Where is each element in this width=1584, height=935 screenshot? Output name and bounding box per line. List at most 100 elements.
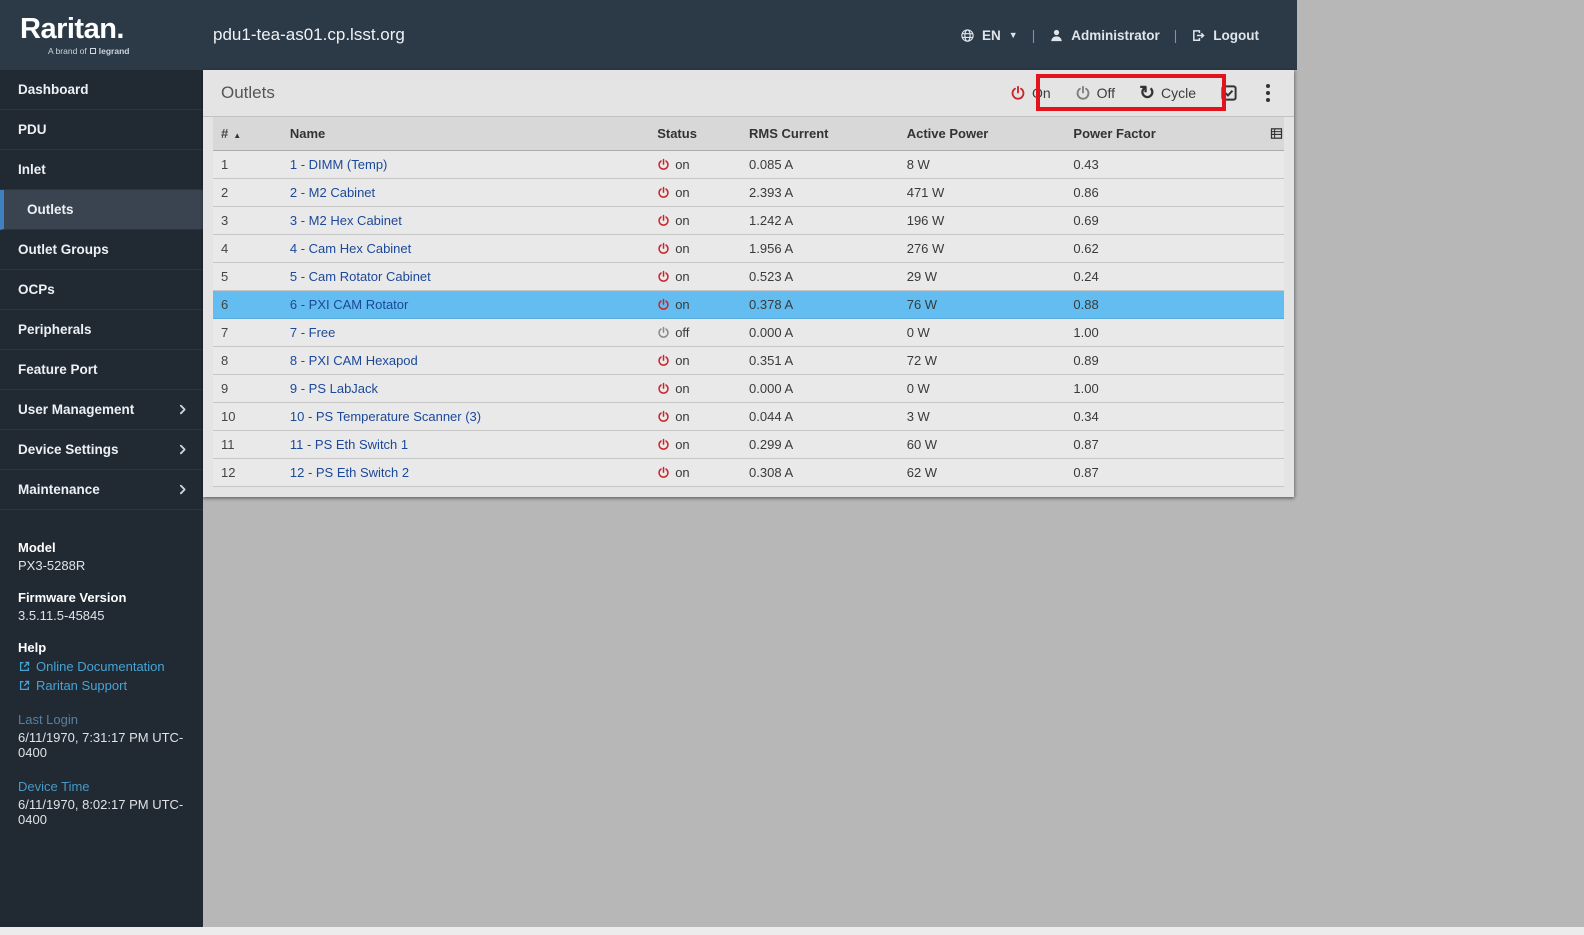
- power-status-icon: [657, 354, 670, 367]
- sidebar-item-maintenance[interactable]: Maintenance: [0, 470, 203, 510]
- outlet-row[interactable]: 6 6 - PXI CAM Rotator on 0.378 A 76 W 0.…: [213, 291, 1284, 319]
- outlet-active-power: 276 W: [907, 241, 1074, 256]
- outlet-name-link[interactable]: 4 - Cam Hex Cabinet: [290, 241, 411, 256]
- sidebar-item-pdu[interactable]: PDU: [0, 110, 203, 150]
- column-header-num[interactable]: #▲: [213, 126, 290, 141]
- sidebar-item-ocps[interactable]: OCPs: [0, 270, 203, 310]
- outlet-rms-current: 1.242 A: [749, 213, 907, 228]
- outlet-rms-current: 0.351 A: [749, 353, 907, 368]
- outlet-active-power: 471 W: [907, 185, 1074, 200]
- outlet-power-factor: 0.88: [1073, 297, 1258, 312]
- sidebar-item-label: Dashboard: [18, 82, 189, 97]
- column-header-active-power[interactable]: Active Power: [907, 126, 1074, 141]
- outlet-name-link[interactable]: 5 - Cam Rotator Cabinet: [290, 269, 431, 284]
- outlet-table-body: 1 1 - DIMM (Temp) on 0.085 A 8 W 0.43 2 …: [213, 151, 1284, 487]
- outlet-name-link[interactable]: 11 - PS Eth Switch 1: [290, 437, 408, 452]
- outlet-name-link[interactable]: 9 - PS LabJack: [290, 381, 378, 396]
- online-documentation-link[interactable]: Online Documentation: [18, 659, 187, 674]
- sidebar-item-label: OCPs: [18, 282, 189, 297]
- outlet-row[interactable]: 11 11 - PS Eth Switch 1 on 0.299 A 60 W …: [213, 431, 1284, 459]
- outlet-row[interactable]: 2 2 - M2 Cabinet on 2.393 A 471 W 0.86: [213, 179, 1284, 207]
- power-off-button[interactable]: Off: [1075, 85, 1115, 101]
- outlet-row[interactable]: 7 7 - Free off 0.000 A 0 W 1.00: [213, 319, 1284, 347]
- horizontal-scrollbar-track[interactable]: [0, 927, 1584, 935]
- sort-asc-icon: ▲: [233, 131, 241, 140]
- outlet-row[interactable]: 3 3 - M2 Hex Cabinet on 1.242 A 196 W 0.…: [213, 207, 1284, 235]
- outlet-power-factor: 0.86: [1073, 185, 1258, 200]
- sidebar-item-feature-port[interactable]: Feature Port: [0, 350, 203, 390]
- outlet-row[interactable]: 5 5 - Cam Rotator Cabinet on 0.523 A 29 …: [213, 263, 1284, 291]
- outlet-name-link[interactable]: 10 - PS Temperature Scanner (3): [290, 409, 481, 424]
- chevron-down-icon: ▼: [1009, 30, 1018, 40]
- column-settings-button[interactable]: [1258, 126, 1284, 141]
- logo-subtitle: A brand of legrand: [20, 46, 203, 56]
- outlet-name-link[interactable]: 1 - DIMM (Temp): [290, 157, 388, 172]
- power-status-icon: [657, 242, 670, 255]
- column-header-name[interactable]: Name: [290, 126, 657, 141]
- column-header-rms-current[interactable]: RMS Current: [749, 126, 907, 141]
- outlet-power-factor: 0.34: [1073, 409, 1258, 424]
- outlet-name-link[interactable]: 2 - M2 Cabinet: [290, 185, 375, 200]
- power-status-icon: [657, 438, 670, 451]
- sidebar-item-peripherals[interactable]: Peripherals: [0, 310, 203, 350]
- outlet-number: 1: [213, 157, 290, 172]
- outlet-row[interactable]: 4 4 - Cam Hex Cabinet on 1.956 A 276 W 0…: [213, 235, 1284, 263]
- outlet-status-cell: off: [657, 325, 749, 340]
- outlet-name-link[interactable]: 12 - PS Eth Switch 2: [290, 465, 409, 480]
- last-login-value: 6/11/1970, 7:31:17 PM UTC-0400: [18, 730, 187, 760]
- outlet-table-header: #▲ Name Status RMS Current Active Power …: [213, 117, 1284, 151]
- chevron-right-icon: [176, 403, 189, 416]
- language-selector[interactable]: EN ▼: [960, 28, 1018, 43]
- outlet-status-label: on: [675, 297, 689, 312]
- external-link-icon: [18, 660, 31, 673]
- raritan-support-link[interactable]: Raritan Support: [18, 678, 187, 693]
- sidebar-item-dashboard[interactable]: Dashboard: [0, 70, 203, 110]
- sidebar-item-outlet-groups[interactable]: Outlet Groups: [0, 230, 203, 270]
- sidebar-item-outlets[interactable]: Outlets: [0, 190, 203, 230]
- outlet-name-link[interactable]: 7 - Free: [290, 325, 336, 340]
- sidebar-nav: Dashboard PDU Inlet Outlets Outlet Group…: [0, 70, 203, 510]
- chevron-right-icon: [176, 443, 189, 456]
- multi-select-button[interactable]: [1220, 84, 1238, 102]
- sidebar-item-inlet[interactable]: Inlet: [0, 150, 203, 190]
- outlet-active-power: 76 W: [907, 297, 1074, 312]
- outlet-row[interactable]: 1 1 - DIMM (Temp) on 0.085 A 8 W 0.43: [213, 151, 1284, 179]
- more-actions-button[interactable]: [1262, 82, 1274, 104]
- outlet-number: 7: [213, 325, 290, 340]
- column-header-status[interactable]: Status: [657, 126, 749, 141]
- power-status-icon: [657, 326, 670, 339]
- outlet-power-factor: 0.87: [1073, 437, 1258, 452]
- page-title-hostname: pdu1-tea-as01.cp.lsst.org: [213, 25, 405, 45]
- outlet-status-cell: on: [657, 213, 749, 228]
- outlet-name-link[interactable]: 3 - M2 Hex Cabinet: [290, 213, 402, 228]
- outlet-number: 11: [213, 437, 290, 452]
- outlet-power-factor: 0.89: [1073, 353, 1258, 368]
- logout-icon: [1191, 28, 1206, 43]
- power-on-button[interactable]: On: [1010, 85, 1051, 101]
- outlet-name-link[interactable]: 6 - PXI CAM Rotator: [290, 297, 408, 312]
- outlet-row[interactable]: 8 8 - PXI CAM Hexapod on 0.351 A 72 W 0.…: [213, 347, 1284, 375]
- power-cycle-button[interactable]: ↻ Cycle: [1139, 84, 1196, 103]
- outlet-row[interactable]: 10 10 - PS Temperature Scanner (3) on 0.…: [213, 403, 1284, 431]
- outlet-status-label: on: [675, 465, 689, 480]
- outlet-status-cell: on: [657, 465, 749, 480]
- sidebar-item-user-management[interactable]: User Management: [0, 390, 203, 430]
- logout-button[interactable]: Logout: [1191, 28, 1259, 43]
- panel-titlebar: Outlets On Off ↻ Cycle: [203, 70, 1294, 117]
- outlet-row[interactable]: 12 12 - PS Eth Switch 2 on 0.308 A 62 W …: [213, 459, 1284, 487]
- user-menu[interactable]: Administrator: [1049, 28, 1160, 43]
- logo-wordmark: Raritan.: [20, 15, 203, 44]
- outlet-status-cell: on: [657, 381, 749, 396]
- username-label: Administrator: [1071, 28, 1160, 43]
- sidebar-item-device-settings[interactable]: Device Settings: [0, 430, 203, 470]
- outlet-status-cell: on: [657, 157, 749, 172]
- column-header-power-factor[interactable]: Power Factor: [1073, 126, 1258, 141]
- outlet-name-cell: 8 - PXI CAM Hexapod: [290, 353, 657, 368]
- power-off-icon: [1075, 85, 1091, 101]
- sidebar-item-label: Outlets: [27, 202, 189, 217]
- outlet-active-power: 72 W: [907, 353, 1074, 368]
- outlet-row[interactable]: 9 9 - PS LabJack on 0.000 A 0 W 1.00: [213, 375, 1284, 403]
- legrand-square-icon: [90, 48, 96, 54]
- model-label: Model: [18, 540, 187, 555]
- outlet-name-link[interactable]: 8 - PXI CAM Hexapod: [290, 353, 418, 368]
